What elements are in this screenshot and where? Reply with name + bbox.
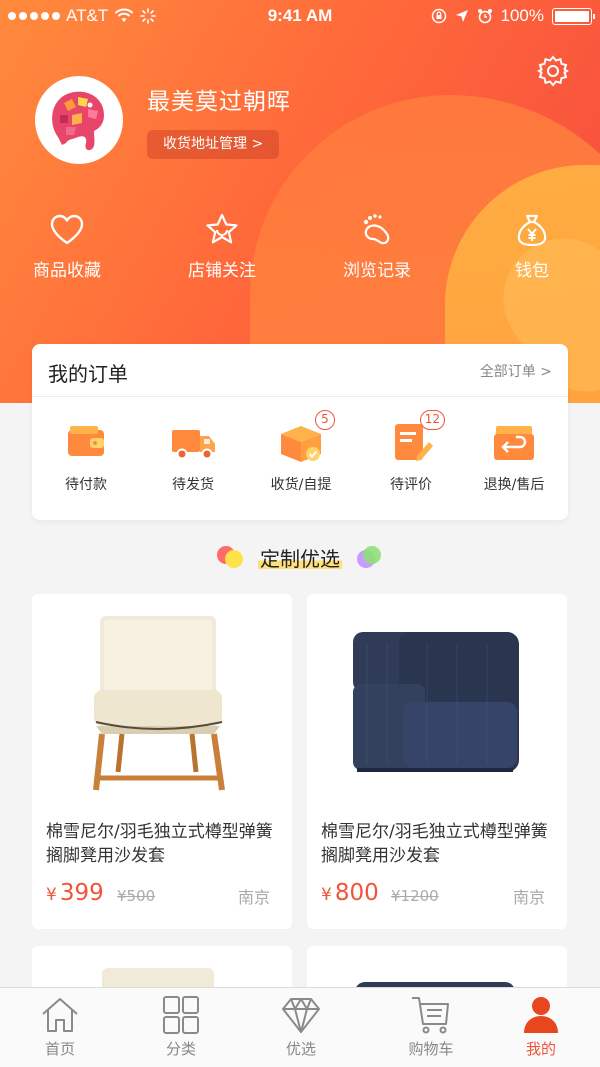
quick-entry-wallet[interactable]: 钱包 — [472, 212, 592, 281]
price-value: 800 — [334, 880, 379, 906]
order-status-receiving[interactable]: 5 收货/自提 — [253, 410, 349, 494]
product-image — [307, 594, 567, 800]
home-icon — [42, 998, 78, 1032]
star-icon — [206, 213, 238, 244]
quick-entry-label: 商品收藏 — [33, 261, 101, 281]
quick-entry-label: 浏览记录 — [343, 261, 411, 281]
quick-entry-favorites[interactable]: 商品收藏 — [7, 212, 127, 281]
currency-symbol: ¥ — [321, 885, 332, 905]
quick-entry-label: 店铺关注 — [188, 261, 256, 281]
quick-entry-label: 钱包 — [515, 261, 549, 281]
section-title: 定制优选 — [258, 543, 342, 572]
order-count-badge: 12 — [419, 410, 445, 430]
tab-featured[interactable]: 优选 — [251, 994, 351, 1059]
user-icon — [524, 997, 558, 1033]
orders-title: 我的订单 — [48, 362, 128, 386]
price-value: 399 — [59, 880, 104, 906]
tab-label: 优选 — [285, 1040, 316, 1058]
wallet-icon — [68, 426, 104, 456]
tab-cart[interactable]: 购物车 — [381, 994, 481, 1059]
product-image — [32, 594, 292, 800]
product-price: ¥800 — [321, 880, 379, 906]
tab-category[interactable]: 分类 — [131, 994, 231, 1059]
category-icon — [163, 996, 199, 1034]
money-bag-icon — [517, 214, 547, 247]
armchair-image — [93, 616, 225, 791]
order-status-label: 收货/自提 — [270, 477, 332, 493]
product-card[interactable]: 棉雪尼尔/羽毛独立式樽型弹簧搁脚凳用沙发套 ¥399 ¥500 南京 — [32, 594, 292, 929]
tab-label: 我的 — [525, 1040, 556, 1058]
cart-icon — [412, 997, 449, 1034]
corner-sofa-image — [353, 632, 519, 772]
truck-icon — [172, 430, 215, 460]
avatar[interactable] — [35, 76, 123, 164]
tab-home[interactable]: 首页 — [10, 994, 110, 1059]
product-original-price: ¥1200 — [391, 887, 439, 905]
order-status-label: 退换/售后 — [483, 477, 545, 493]
bottom-tab-bar: 首页 分类 优选 购物车 我的 — [0, 987, 600, 1067]
diamond-icon — [282, 998, 320, 1033]
quick-entry-followed-stores[interactable]: 店铺关注 — [162, 212, 282, 281]
view-all-orders-link[interactable]: 全部订单 > — [480, 361, 552, 381]
settings-gear-icon[interactable] — [536, 54, 570, 88]
tab-label: 分类 — [165, 1040, 196, 1058]
divider — [32, 396, 568, 397]
product-name: 棉雪尼尔/羽毛独立式樽型弹簧搁脚凳用沙发套 — [321, 822, 548, 866]
decorative-dots-icon — [357, 546, 383, 568]
heart-icon — [50, 214, 84, 245]
product-original-price: ¥500 — [117, 887, 156, 905]
order-status-label: 待评价 — [390, 477, 432, 493]
order-status-awaiting-shipment[interactable]: 待发货 — [145, 416, 241, 494]
product-name: 棉雪尼尔/羽毛独立式樽型弹簧搁脚凳用沙发套 — [46, 822, 273, 866]
battery-icon — [552, 7, 595, 25]
section-header: 定制优选 — [0, 543, 600, 573]
tab-label: 首页 — [44, 1040, 75, 1058]
order-status-pending-review[interactable]: 12 待评价 — [363, 410, 459, 494]
product-price: ¥399 — [46, 880, 104, 906]
orders-card: 我的订单 全部订单 > 待付款 待发货 5 收货/自提 12 待评价 退换/售后 — [32, 344, 568, 520]
profile-header-background — [0, 0, 600, 403]
footprint-icon — [363, 214, 390, 245]
product-card[interactable]: 棉雪尼尔/羽毛独立式樽型弹簧搁脚凳用沙发套 ¥800 ¥1200 南京 — [307, 594, 567, 929]
order-count-badge: 5 — [315, 410, 335, 430]
address-management-button[interactable]: 收货地址管理 > — [147, 130, 280, 159]
order-status-pending-payment[interactable]: 待付款 — [38, 416, 134, 494]
currency-symbol: ¥ — [46, 885, 57, 905]
tab-me[interactable]: 我的 — [491, 994, 591, 1059]
status-bar: AT&T 9:41 AM 100% — [0, 0, 600, 34]
order-status-label: 待发货 — [172, 477, 214, 493]
decorative-dots-icon — [217, 546, 243, 568]
username: 最美莫过朝晖 — [147, 89, 291, 115]
battery-percent: 100% — [500, 6, 544, 25]
order-status-label: 待付款 — [65, 477, 107, 493]
return-icon — [494, 426, 534, 460]
product-city: 南京 — [237, 888, 270, 907]
elephant-logo-icon — [52, 91, 104, 151]
rotation-lock-icon — [431, 8, 446, 24]
product-city: 南京 — [512, 888, 545, 907]
alarm-icon — [477, 9, 492, 24]
tab-label: 购物车 — [408, 1040, 454, 1058]
location-icon — [455, 10, 468, 22]
order-status-returns[interactable]: 退换/售后 — [466, 416, 562, 494]
quick-entry-browsing-history[interactable]: 浏览记录 — [317, 212, 437, 281]
